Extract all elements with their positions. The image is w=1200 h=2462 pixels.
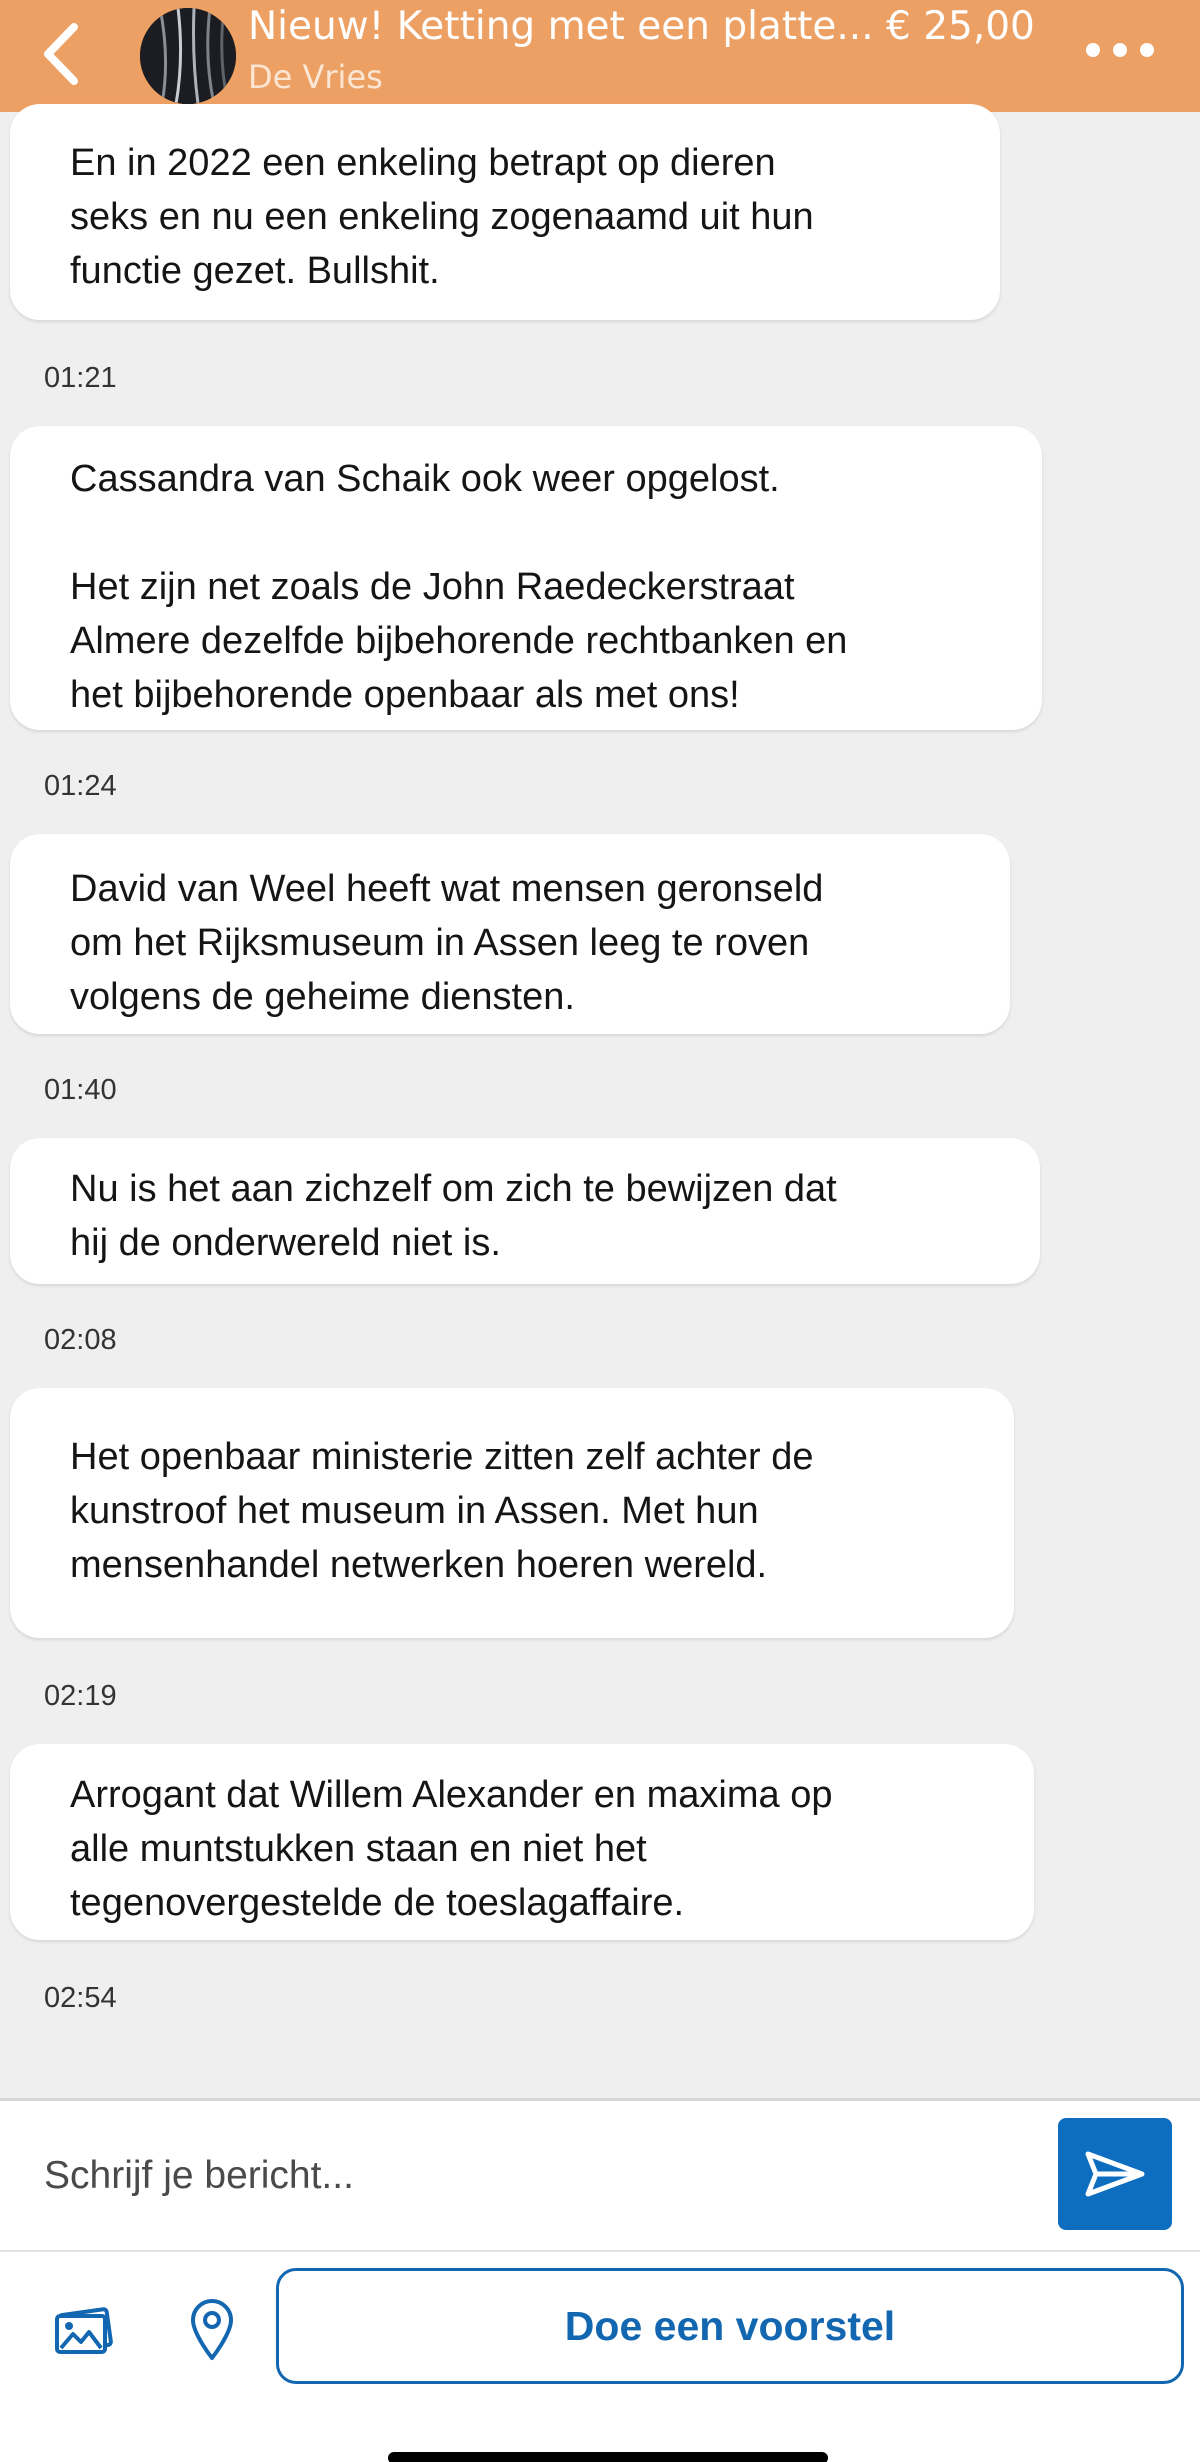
dot-icon xyxy=(1086,43,1100,57)
message-text: Nu is het aan zichzelf om zich te bewijz… xyxy=(70,1168,837,1264)
message-text: Cassandra van Schaik ook weer opgelost. … xyxy=(70,458,848,716)
message-bubble[interactable]: Nu is het aan zichzelf om zich te bewijz… xyxy=(10,1138,1040,1284)
send-button[interactable] xyxy=(1058,2118,1172,2230)
home-indicator xyxy=(388,2452,828,2462)
add-photo-button[interactable] xyxy=(44,2290,124,2370)
message-time: 02:08 xyxy=(44,1324,117,1356)
make-offer-button[interactable]: Doe een voorstel xyxy=(276,2268,1184,2384)
seller-name: De Vries xyxy=(248,58,383,96)
photo-icon xyxy=(55,2307,113,2354)
message-bubble[interactable]: Het openbaar ministerie zitten zelf acht… xyxy=(10,1388,1014,1638)
send-icon xyxy=(1085,2151,1145,2197)
message-bubble[interactable]: Cassandra van Schaik ook weer opgelost. … xyxy=(10,426,1042,730)
back-button[interactable] xyxy=(30,14,90,94)
avatar[interactable] xyxy=(140,8,236,104)
dot-icon xyxy=(1140,43,1154,57)
message-text: Arrogant dat Willem Alexander en maxima … xyxy=(70,1774,833,1924)
message-time: 01:40 xyxy=(44,1074,117,1106)
message-bubble[interactable]: Arrogant dat Willem Alexander en maxima … xyxy=(10,1744,1034,1940)
listing-title[interactable]: Nieuw! Ketting met een platte... € 25,00 xyxy=(248,4,1035,49)
message-bubble[interactable]: David van Weel heeft wat mensen geronsel… xyxy=(10,834,1010,1034)
location-pin-icon xyxy=(191,2299,233,2360)
chevron-left-icon xyxy=(44,23,78,85)
message-time: 01:21 xyxy=(44,362,117,394)
product-thumbnail xyxy=(140,8,236,104)
chat-header: Nieuw! Ketting met een platte... € 25,00… xyxy=(0,0,1200,112)
message-text: Het openbaar ministerie zitten zelf acht… xyxy=(70,1436,814,1586)
message-time: 01:24 xyxy=(44,770,117,802)
divider xyxy=(0,2250,1200,2252)
message-text: En in 2022 een enkeling betrapt op diere… xyxy=(70,142,814,292)
message-input[interactable] xyxy=(0,2106,1040,2246)
dot-icon xyxy=(1113,43,1127,57)
message-text: David van Weel heeft wat mensen geronsel… xyxy=(70,868,824,1018)
share-location-button[interactable] xyxy=(172,2290,252,2370)
more-options-button[interactable] xyxy=(1080,26,1160,74)
message-time: 02:19 xyxy=(44,1680,117,1712)
message-time: 02:54 xyxy=(44,1982,117,2014)
message-bubble[interactable]: En in 2022 een enkeling betrapt op diere… xyxy=(10,104,1000,320)
